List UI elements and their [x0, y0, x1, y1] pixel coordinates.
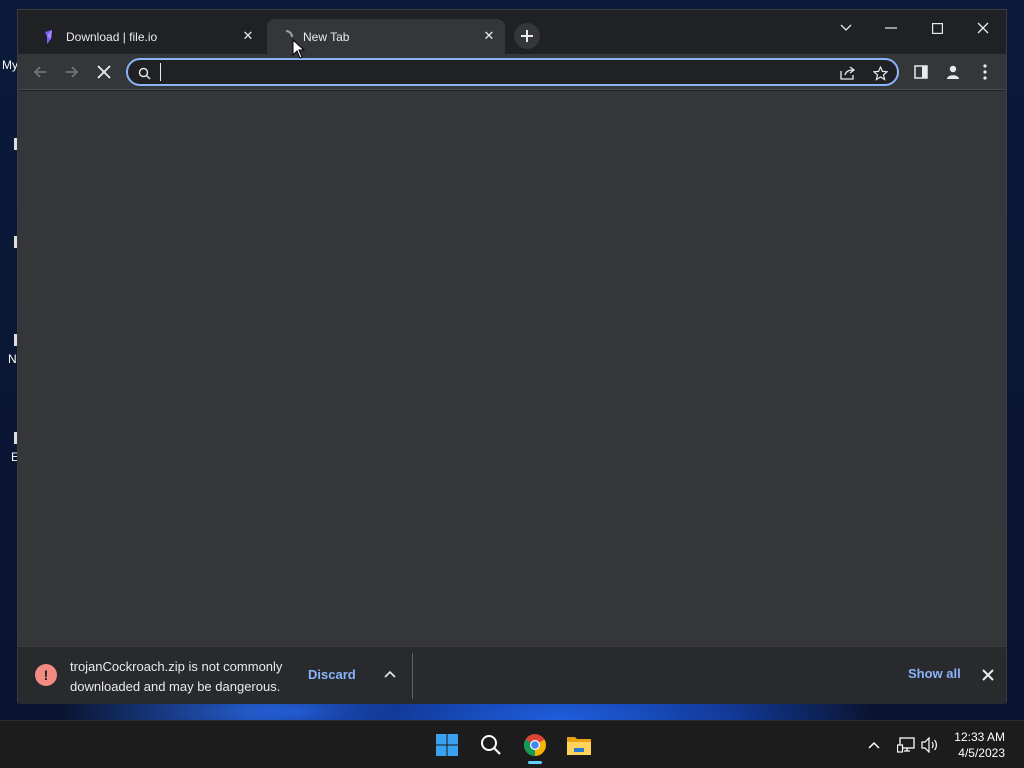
new-tab-button[interactable] [514, 23, 540, 49]
tab-close-icon[interactable]: ✕ [240, 28, 256, 44]
system-clock[interactable]: 12:33 AM 4/5/2023 [954, 729, 1005, 761]
clock-date: 4/5/2023 [958, 746, 1005, 760]
back-button[interactable] [28, 60, 52, 84]
desktop-icon-label: My [2, 58, 18, 72]
side-panel-icon [914, 65, 928, 79]
network-button[interactable] [896, 735, 916, 755]
network-icon [897, 737, 915, 753]
profile-button[interactable] [941, 60, 965, 84]
volume-icon [921, 737, 937, 753]
forward-button[interactable] [60, 60, 84, 84]
file-explorer-icon [567, 737, 591, 755]
discard-button[interactable]: Discard [308, 667, 356, 682]
warning-icon: ! [35, 664, 57, 686]
search-icon [481, 735, 501, 755]
volume-button[interactable] [920, 735, 940, 755]
show-all-button[interactable]: Show all [908, 666, 961, 681]
tab-search-button[interactable] [826, 16, 866, 40]
star-icon[interactable] [872, 65, 888, 81]
divider [412, 653, 413, 699]
stop-loading-icon [97, 65, 111, 79]
tab-title: Download | file.io [66, 29, 158, 44]
close-icon [982, 669, 994, 681]
browser-window: Download | file.io ✕ New Tab ✕ ! trojanC… [17, 9, 1007, 704]
desktop-icon-label: N [8, 352, 17, 366]
minimize-button[interactable] [871, 16, 911, 40]
browser-toolbar [18, 54, 1006, 90]
maximize-button[interactable] [917, 16, 957, 40]
forward-arrow-icon [66, 66, 79, 78]
download-bar: ! trojanCockroach.zip is not commonly do… [18, 646, 1006, 704]
windows-start-icon [436, 734, 458, 756]
download-warning-line: downloaded and may be dangerous. [70, 679, 281, 694]
minimize-icon [885, 27, 897, 29]
show-hidden-icons-button[interactable] [864, 735, 884, 755]
kebab-menu-icon [983, 64, 987, 80]
file-io-icon [45, 29, 52, 44]
stop-loading-button[interactable] [92, 60, 116, 84]
profile-icon [947, 65, 959, 79]
page-content [18, 91, 1006, 646]
menu-button[interactable] [973, 60, 997, 84]
share-icon[interactable] [840, 65, 856, 81]
tab-title: New Tab [303, 29, 350, 44]
back-arrow-icon [33, 66, 46, 78]
windows-start-button[interactable] [433, 731, 461, 759]
taskbar-search-button[interactable] [477, 731, 505, 759]
tab-search-icon [840, 24, 852, 31]
window-close-button[interactable] [963, 16, 1003, 40]
file-explorer-button[interactable] [565, 731, 593, 759]
search-icon [136, 65, 152, 81]
chrome-icon [524, 734, 546, 756]
loading-spinner-icon [285, 29, 293, 37]
taskbar: 12:33 AM 4/5/2023 [0, 720, 1024, 768]
close-icon [977, 22, 989, 34]
download-options-button[interactable] [382, 666, 398, 682]
tab-download-file-io[interactable]: Download | file.io ✕ [30, 19, 264, 54]
tab-strip: Download | file.io ✕ New Tab ✕ [18, 10, 1006, 54]
download-warning-line: trojanCockroach.zip is not commonly [70, 659, 283, 674]
chrome-taskbar-button[interactable] [521, 731, 549, 759]
address-bar[interactable] [126, 58, 899, 86]
address-input[interactable] [160, 63, 800, 81]
maximize-icon [931, 22, 943, 34]
download-bar-close-button[interactable] [980, 667, 996, 683]
side-panel-button[interactable] [909, 60, 933, 84]
chevron-up-icon [384, 670, 396, 678]
download-warning-message: trojanCockroach.zip is not commonly down… [70, 657, 282, 697]
plus-icon [521, 30, 533, 42]
mouse-cursor-icon [292, 39, 306, 59]
active-app-indicator [528, 761, 542, 764]
chevron-up-icon [868, 741, 880, 749]
tab-close-icon[interactable]: ✕ [481, 28, 497, 44]
clock-time: 12:33 AM [954, 730, 1005, 744]
